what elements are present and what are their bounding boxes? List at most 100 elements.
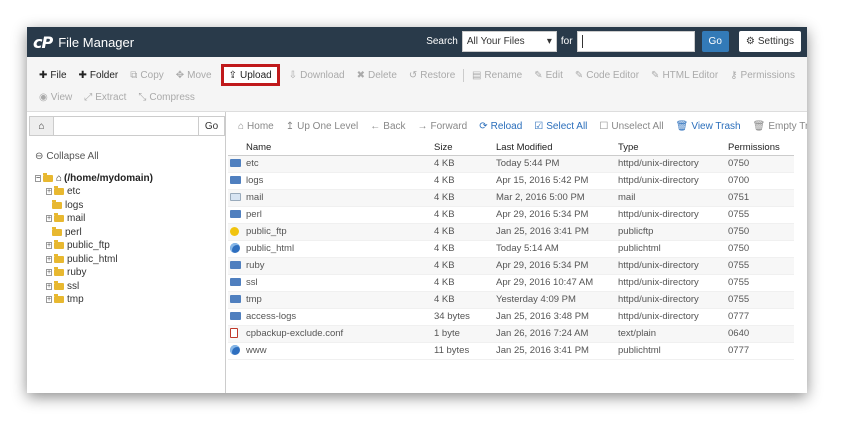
file-name: mail bbox=[244, 189, 432, 207]
table-row[interactable]: ruby 4 KB Apr 29, 2016 5:34 PM httpd/unix-d… bbox=[228, 257, 794, 275]
file-type: httpd/unix-directory bbox=[616, 274, 726, 292]
column-header-size[interactable]: Size bbox=[432, 141, 494, 156]
select-all-nav[interactable]: ☑ Select All bbox=[528, 121, 593, 132]
table-row[interactable]: mail 4 KB Mar 2, 2016 5:00 PM mail 0751 bbox=[228, 189, 794, 207]
file-permissions: 0750 bbox=[726, 223, 794, 241]
settings-button[interactable]: ⚙ Settings bbox=[738, 31, 801, 52]
compress-button[interactable]: ⤡ Compress bbox=[132, 92, 201, 103]
file-button[interactable]: ✚ File bbox=[33, 70, 73, 81]
up-one-level-nav[interactable]: ↥ Up One Level bbox=[280, 121, 365, 132]
file-icon-cell bbox=[228, 172, 244, 190]
rename-button[interactable]: ▤ Rename bbox=[466, 70, 528, 81]
back-nav[interactable]: ← Back bbox=[364, 121, 411, 132]
copy-button[interactable]: ⧉ Copy bbox=[124, 70, 170, 81]
table-row[interactable]: perl 4 KB Apr 29, 2016 5:34 PM httpd/unix-d… bbox=[228, 206, 794, 224]
expand-toggle-icon[interactable]: + bbox=[46, 188, 52, 196]
tree-item-perl[interactable]: perl bbox=[52, 226, 225, 240]
expand-toggle-icon[interactable]: + bbox=[46, 255, 52, 263]
file-name: www bbox=[244, 342, 432, 360]
globe-icon bbox=[230, 345, 240, 356]
table-row[interactable]: public_html 4 KB Today 5:14 AM publichtml 07… bbox=[228, 240, 794, 258]
edit-button[interactable]: ✎ Edit bbox=[528, 70, 569, 81]
search-input[interactable] bbox=[576, 31, 695, 52]
code-editor-button[interactable]: ✎ Code Editor bbox=[569, 70, 645, 81]
file-last-modified: Yesterday 4:09 PM bbox=[494, 291, 616, 309]
expand-toggle-icon[interactable]: + bbox=[46, 215, 52, 223]
download-button[interactable]: ⇩ Download bbox=[283, 70, 351, 81]
tree-item-public-html[interactable]: + public_html bbox=[46, 253, 225, 267]
view-trash-nav[interactable]: 🗑 View Trash bbox=[670, 121, 747, 132]
reload-nav[interactable]: ⟳ Reload bbox=[473, 121, 528, 132]
column-header-last-modified[interactable]: Last Modified bbox=[494, 141, 616, 156]
extract-button[interactable]: ⤢ Extract bbox=[78, 92, 132, 103]
column-header-type[interactable]: Type bbox=[616, 141, 726, 156]
home-icon: ⌂ bbox=[238, 120, 245, 132]
plus-icon: ✚ bbox=[39, 69, 48, 81]
upload-button[interactable]: ⇪ Upload bbox=[220, 64, 280, 86]
tree-item-logs[interactable]: logs bbox=[52, 199, 225, 213]
column-header-permissions[interactable]: Permissions bbox=[726, 141, 794, 156]
search-go-button[interactable]: Go bbox=[701, 31, 729, 52]
folder-icon bbox=[54, 253, 64, 263]
plus-icon: ✚ bbox=[78, 69, 87, 81]
collapse-toggle-icon[interactable]: − bbox=[35, 175, 41, 182]
tree-item-ruby[interactable]: + ruby bbox=[46, 266, 225, 280]
tree-root[interactable]: − ⌂ (/home/mydomain) bbox=[35, 172, 225, 185]
file-last-modified: Jan 25, 2016 3:41 PM bbox=[494, 223, 616, 241]
table-row[interactable]: tmp 4 KB Yesterday 4:09 PM httpd/unix-direc… bbox=[228, 291, 794, 309]
table-row[interactable]: public_ftp 4 KB Jan 25, 2016 3:41 PM public… bbox=[228, 223, 794, 241]
tree-item-mail[interactable]: + mail bbox=[46, 212, 225, 226]
tree-item-ssl[interactable]: + ssl bbox=[46, 280, 225, 294]
table-row[interactable]: etc 4 KB Today 5:44 PM httpd/unix-directory… bbox=[228, 155, 794, 173]
globe-icon bbox=[230, 243, 240, 254]
file-last-modified: Today 5:14 AM bbox=[494, 240, 616, 258]
tree-root-label: (/home/mydomain) bbox=[64, 173, 153, 184]
up-one-level-label: Up One Level bbox=[297, 120, 359, 132]
expand-toggle-icon[interactable]: + bbox=[46, 269, 52, 277]
compress-icon: ⤡ bbox=[138, 91, 147, 103]
view-button[interactable]: ◉ View bbox=[33, 92, 78, 103]
expand-toggle-icon[interactable]: + bbox=[46, 296, 52, 304]
column-header-name[interactable]: Name bbox=[244, 141, 432, 156]
table-row[interactable]: www 11 bytes Jan 25, 2016 3:41 PM publichtm… bbox=[228, 342, 794, 360]
table-row[interactable]: cpbackup-exclude.conf 1 byte Jan 26, 2016 … bbox=[228, 325, 794, 343]
table-row[interactable]: logs 4 KB Apr 15, 2016 5:42 PM httpd/unix-d… bbox=[228, 172, 794, 190]
empty-trash-nav[interactable]: 🗑Empty Trash bbox=[747, 121, 807, 132]
delete-label: Delete bbox=[367, 69, 397, 81]
folder-button[interactable]: ✚ Folder bbox=[73, 70, 125, 81]
permissions-button[interactable]: ⚷ Permissions bbox=[724, 70, 801, 81]
move-button[interactable]: ✥ Move bbox=[170, 70, 218, 81]
search-scope-select[interactable]: All Your Files ▾ bbox=[461, 31, 557, 52]
tree-item-label: logs bbox=[65, 199, 84, 211]
eye-icon: ◉ bbox=[39, 91, 48, 103]
tree-item-label: etc bbox=[67, 186, 81, 198]
tree-item-tmp[interactable]: + tmp bbox=[46, 293, 225, 307]
file-icon-cell bbox=[228, 189, 244, 207]
table-row[interactable]: access-logs 34 bytes Jan 25, 2016 3:48 PM h… bbox=[228, 308, 794, 326]
path-input[interactable] bbox=[54, 116, 199, 136]
expand-toggle-icon[interactable]: + bbox=[46, 282, 52, 290]
collapse-all-link[interactable]: ⊖ Collapse All bbox=[35, 151, 225, 162]
forward-nav[interactable]: → Forward bbox=[412, 121, 474, 132]
table-row[interactable]: ssl 4 KB Apr 29, 2016 10:47 AM httpd/unix-d… bbox=[228, 274, 794, 292]
tree-item-etc[interactable]: + etc bbox=[46, 185, 225, 199]
restore-button[interactable]: ↺ Restore bbox=[403, 70, 461, 81]
delete-button[interactable]: ✖ Delete bbox=[351, 70, 403, 81]
file-last-modified: Jan 26, 2016 7:24 AM bbox=[494, 325, 616, 343]
expand-toggle-icon[interactable]: + bbox=[46, 242, 52, 250]
file-size: 4 KB bbox=[432, 206, 494, 224]
html-editor-button[interactable]: ✎ HTML Editor bbox=[645, 70, 724, 81]
extract-label: Extract bbox=[95, 91, 127, 103]
home-path-button[interactable]: ⌂ bbox=[29, 116, 54, 136]
cpanel-logo[interactable]: cP bbox=[33, 33, 53, 52]
action-toolbar: ✚ File ✚ Folder ⧉ Copy ✥ Move ⇪ Upload ⇩ Download ✖ D… bbox=[27, 57, 807, 112]
file-last-modified: Apr 29, 2016 5:34 PM bbox=[494, 206, 616, 224]
gear-icon: ⚙ bbox=[745, 36, 755, 47]
home-nav[interactable]: ⌂ Home bbox=[232, 121, 280, 132]
caret-down-icon: ▾ bbox=[546, 36, 552, 47]
unselect-all-nav[interactable]: ☐ Unselect All bbox=[593, 121, 669, 132]
square-icon: ☐ bbox=[599, 120, 609, 132]
path-go-button[interactable]: Go bbox=[199, 116, 225, 136]
tree-item-public-ftp[interactable]: + public_ftp bbox=[46, 239, 225, 253]
select-all-label: Select All bbox=[546, 120, 588, 132]
